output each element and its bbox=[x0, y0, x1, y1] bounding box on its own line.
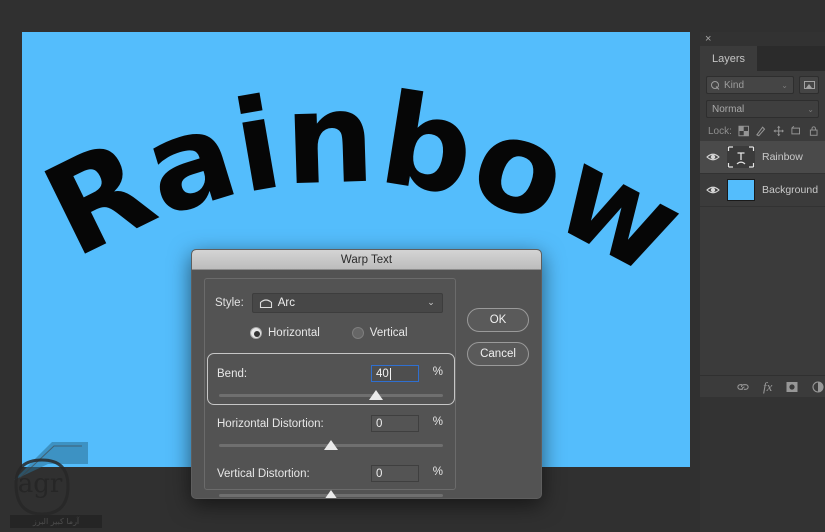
table-row[interactable]: Rainbow bbox=[700, 141, 825, 174]
horizontal-distortion-head: Horizontal Distortion: 0 % bbox=[205, 413, 457, 435]
tab-layers[interactable]: Layers bbox=[700, 46, 759, 71]
link-layers-icon[interactable] bbox=[736, 381, 750, 393]
table-row[interactable]: Background bbox=[700, 174, 825, 207]
eye-icon[interactable] bbox=[706, 150, 720, 164]
layer-filter-row: Kind ⌄ bbox=[700, 71, 825, 98]
horizontal-distortion-slider-block: Horizontal Distortion: 0 % bbox=[205, 413, 457, 453]
vertical-distortion-head: Vertical Distortion: 0 % bbox=[205, 463, 457, 485]
style-label: Style: bbox=[215, 297, 244, 309]
layers-dock: × Layers Kind ⌄ Normal ⌄ Lock: Rainbow B… bbox=[700, 32, 825, 532]
horizontal-distortion-input[interactable]: 0 bbox=[371, 415, 419, 432]
dialog-content: Style: Arc ⌄ Horizontal Vertical Bend: 4… bbox=[192, 270, 541, 498]
tab-empty[interactable] bbox=[758, 46, 825, 71]
bend-value: 40 bbox=[376, 367, 389, 380]
lock-row: Lock: bbox=[700, 122, 825, 141]
close-icon[interactable]: × bbox=[705, 33, 711, 45]
horizontal-distortion-label: Horizontal Distortion: bbox=[217, 418, 324, 430]
layers-panel-footer: fx bbox=[700, 375, 825, 397]
arc-warp-icon bbox=[259, 299, 272, 309]
layer-filter-kind-select[interactable]: Kind ⌄ bbox=[706, 76, 794, 94]
vertical-distortion-unit: % bbox=[432, 466, 443, 478]
artboard-nesting-icon[interactable] bbox=[790, 125, 801, 137]
bend-slider-track[interactable] bbox=[219, 394, 443, 397]
layer-thumbnail-warped-text[interactable] bbox=[727, 146, 755, 168]
vertical-distortion-slider[interactable] bbox=[219, 489, 443, 498]
radio-horizontal[interactable]: Horizontal bbox=[250, 327, 320, 339]
svg-text:agr: agr bbox=[18, 469, 63, 499]
horizontal-distortion-value: 0 bbox=[376, 417, 383, 430]
chevron-down-icon: ⌄ bbox=[781, 81, 788, 90]
layer-list: Rainbow Background bbox=[700, 141, 825, 207]
warp-style-select[interactable]: Arc ⌄ bbox=[251, 293, 443, 313]
vertical-distortion-slider-block: Vertical Distortion: 0 % bbox=[205, 463, 457, 498]
layers-panel-body: Kind ⌄ Normal ⌄ Lock: Rainbow Background… bbox=[700, 71, 825, 397]
warp-text-dialog[interactable]: Warp Text Style: Arc ⌄ Horizontal Vertic… bbox=[191, 249, 542, 499]
dialog-titlebar[interactable]: Warp Text bbox=[192, 250, 541, 270]
layer-style-fx-icon[interactable]: fx bbox=[763, 379, 772, 395]
warp-style-value: Arc bbox=[277, 297, 296, 309]
blend-mode-value: Normal bbox=[712, 103, 745, 115]
blend-mode-select[interactable]: Normal ⌄ bbox=[706, 100, 819, 118]
bend-input[interactable]: 40 bbox=[371, 365, 419, 382]
eye-icon[interactable] bbox=[706, 183, 720, 197]
layer-name: Rainbow bbox=[762, 151, 803, 163]
bend-head: Bend: 40 % bbox=[205, 363, 457, 385]
layer-name: Background bbox=[762, 184, 819, 196]
bend-unit: % bbox=[432, 366, 443, 378]
lock-label: Lock: bbox=[708, 125, 732, 137]
move-icon[interactable] bbox=[773, 125, 784, 137]
vertical-distortion-value: 0 bbox=[376, 467, 383, 480]
bend-label: Bend: bbox=[217, 368, 248, 380]
lock-all-icon[interactable] bbox=[808, 125, 819, 137]
radio-horizontal-label: Horizontal bbox=[268, 327, 320, 339]
adjustment-layer-icon[interactable] bbox=[812, 380, 824, 393]
chevron-down-icon: ⌄ bbox=[427, 297, 435, 307]
orientation-row: Horizontal Vertical bbox=[205, 327, 457, 339]
radio-vertical-indicator[interactable] bbox=[351, 327, 364, 339]
radio-vertical[interactable]: Vertical bbox=[351, 327, 408, 339]
page-title: Warp Text bbox=[340, 253, 393, 266]
chevron-down-icon: ⌄ bbox=[807, 105, 814, 114]
vertical-distortion-input[interactable]: 0 bbox=[371, 465, 419, 482]
style-row: Style: Arc ⌄ bbox=[205, 293, 457, 313]
radio-horizontal-indicator[interactable] bbox=[250, 327, 262, 339]
text-cursor bbox=[389, 367, 391, 380]
layer-mask-icon[interactable] bbox=[785, 381, 799, 393]
dock-close-bar: × bbox=[700, 32, 825, 46]
cancel-button[interactable]: Cancel bbox=[467, 342, 529, 366]
warp-options-group: Style: Arc ⌄ Horizontal Vertical Bend: 4… bbox=[204, 278, 457, 498]
dialog-buttons: OK Cancel bbox=[467, 308, 529, 366]
bend-slider-block: Bend: 40 % bbox=[205, 363, 457, 403]
vertical-distortion-label: Vertical Distortion: bbox=[217, 468, 310, 480]
radio-vertical-label: Vertical bbox=[369, 327, 408, 339]
blend-mode-row: Normal ⌄ bbox=[700, 98, 825, 122]
bend-slider-knob[interactable] bbox=[368, 390, 383, 400]
layer-thumbnail-background[interactable] bbox=[727, 179, 755, 201]
brush-icon[interactable] bbox=[755, 125, 766, 137]
search-icon bbox=[711, 80, 720, 90]
vertical-distortion-slider-knob[interactable] bbox=[324, 490, 338, 498]
horizontal-distortion-unit: % bbox=[432, 416, 443, 428]
photoshop-workspace: Rainbow × Layers Kind ⌄ Normal ⌄ Lock: R… bbox=[0, 0, 825, 532]
bend-slider[interactable] bbox=[219, 389, 443, 403]
transparent-pixels-icon[interactable] bbox=[738, 125, 749, 137]
ok-button[interactable]: OK bbox=[467, 308, 529, 332]
pixel-layer-filter-icon[interactable] bbox=[799, 76, 819, 94]
dock-tab-strip: Layers bbox=[700, 46, 825, 71]
watermark-caption: آرما کبیر البرز bbox=[10, 515, 102, 528]
layer-filter-kind-label: Kind bbox=[724, 79, 745, 91]
horizontal-distortion-slider-knob[interactable] bbox=[324, 440, 338, 450]
horizontal-distortion-slider[interactable] bbox=[219, 439, 443, 453]
